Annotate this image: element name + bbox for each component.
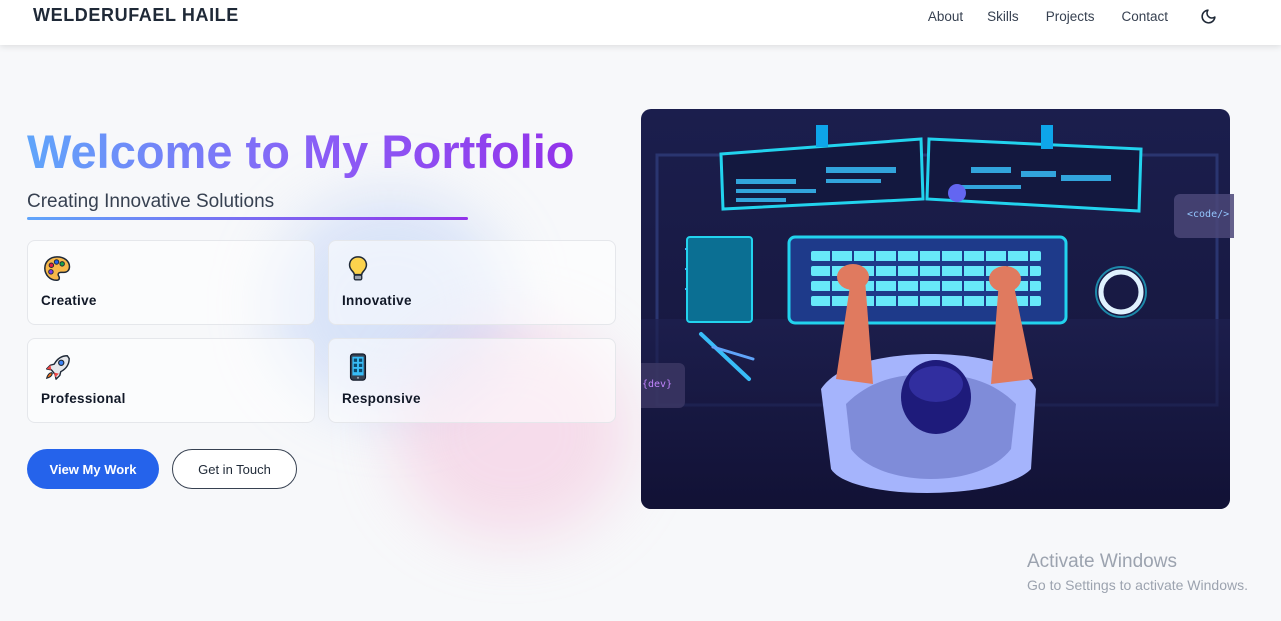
hero-subtitle: Creating Innovative Solutions [27,191,275,212]
feature-label: Responsive [342,391,421,406]
dev-badge: {dev} [641,363,685,408]
code-badge: <code/> [1174,194,1234,238]
hero-illustration [641,109,1230,509]
brand-logo[interactable]: WELDERUFAEL HAILE [33,5,239,26]
mobile-phone-icon [349,353,367,381]
feature-label: Creative [41,293,97,308]
feature-card-responsive: Responsive [328,338,616,423]
hero-title: Welcome to My Portfolio [27,125,575,178]
nav-links: About Skills Projects Contact [928,0,1281,32]
theme-toggle-button[interactable] [1199,7,1217,25]
moon-icon [1200,8,1216,24]
feature-label: Innovative [342,293,412,308]
view-my-work-button[interactable]: View My Work [27,449,159,489]
lightbulb-icon [348,256,368,281]
subtitle-underline [27,217,468,220]
get-in-touch-button[interactable]: Get in Touch [172,449,297,489]
navbar: WELDERUFAEL HAILE About Skills Projects … [0,0,1281,45]
rocket-icon [45,355,70,380]
nav-link-about[interactable]: About [928,9,963,24]
feature-card-professional: Professional [27,338,315,423]
feature-label: Professional [41,391,126,406]
activate-windows-title: Activate Windows [1027,551,1177,572]
nav-link-contact[interactable]: Contact [1121,9,1168,24]
nav-link-projects[interactable]: Projects [1046,9,1095,24]
activate-windows-subtitle: Go to Settings to activate Windows. [1027,577,1248,593]
nav-link-skills[interactable]: Skills [987,9,1019,24]
feature-card-innovative: Innovative [328,240,616,325]
palette-icon [44,256,71,282]
feature-card-creative: Creative [27,240,315,325]
